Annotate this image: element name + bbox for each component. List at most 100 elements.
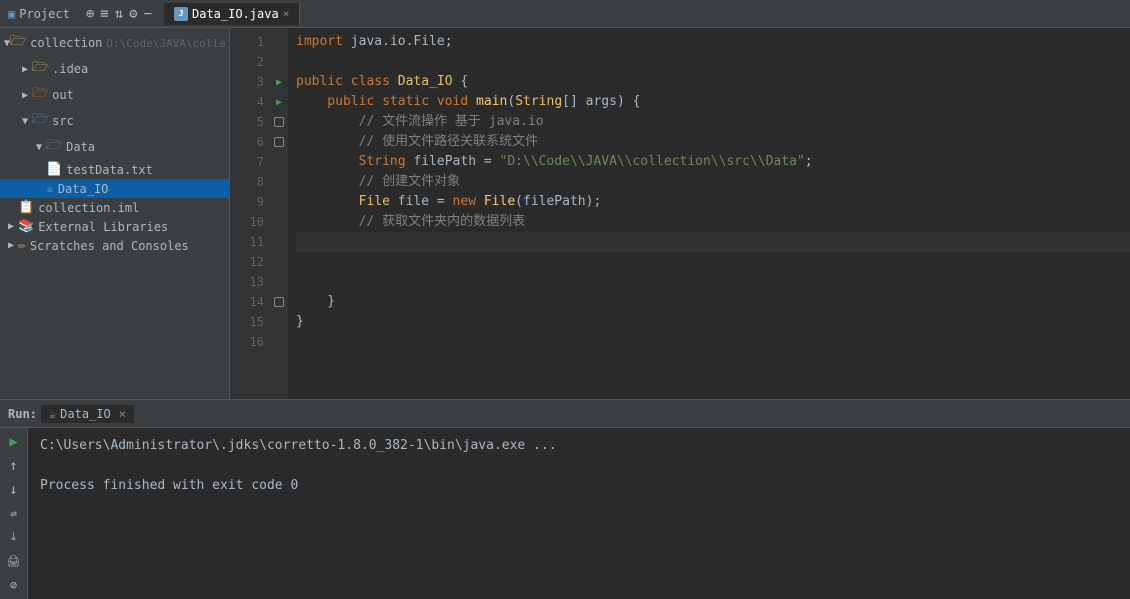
sidebar-item-ext-libs[interactable]: ▶ 📚 External Libraries	[0, 217, 229, 236]
scroll-lock-button[interactable]: ⤓	[3, 527, 25, 547]
add-icon[interactable]: ⊕	[86, 6, 94, 22]
gutter-10	[270, 212, 288, 232]
code-line-11	[296, 232, 1130, 252]
editor-tab-data-io[interactable]: J Data_IO.java ×	[164, 3, 300, 25]
line-num-13: 13	[230, 272, 264, 292]
code-line-4: public static void main(String[] args) {	[296, 92, 1130, 112]
minimize-icon[interactable]: −	[144, 6, 152, 22]
bottom-tab-label: Data_IO	[60, 407, 111, 421]
line-num-3: 3	[230, 72, 264, 92]
java-file-icon: J	[174, 7, 188, 21]
line-num-5: 5	[230, 112, 264, 132]
src-folder-icon: 🗁	[32, 110, 48, 132]
gutter-6	[270, 132, 288, 152]
bottom-tab-data-io[interactable]: ☕ Data_IO ×	[41, 405, 134, 423]
out-label: out	[52, 88, 74, 102]
gutter-16	[270, 332, 288, 352]
line-num-11: 11	[230, 232, 264, 252]
line-num-7: 7	[230, 152, 264, 172]
tab-label: Data_IO.java	[192, 7, 279, 21]
breakpoint-6[interactable]	[274, 137, 284, 147]
wrap-button[interactable]: ⇌	[3, 504, 25, 524]
list-icon[interactable]: ≡	[100, 6, 108, 22]
tab-bar: J Data_IO.java ×	[164, 3, 300, 25]
scroll-up-button[interactable]: ↑	[3, 456, 25, 476]
line-num-10: 10	[230, 212, 264, 232]
tab-close-button[interactable]: ×	[283, 7, 290, 20]
bottom-toolbar: ▶ ↑ ↓ ⇌ ⤓ 🖨 ⊘	[0, 428, 28, 599]
gutter-11	[270, 232, 288, 252]
java-icon: ☕	[46, 181, 54, 196]
sidebar-item-testdata[interactable]: 📄 testData.txt	[0, 160, 229, 179]
line-num-2: 2	[230, 52, 264, 72]
project-title: Project	[19, 7, 70, 21]
code-line-5: // 文件流操作 基于 java.io	[296, 112, 1130, 132]
code-line-8: // 创建文件对象	[296, 172, 1130, 192]
line-num-12: 12	[230, 252, 264, 272]
code-lines[interactable]: import java.io.File; public class Data_I…	[288, 28, 1130, 399]
line-num-8: 8	[230, 172, 264, 192]
clear-button[interactable]: ⊘	[3, 575, 25, 595]
expand-arrow-data: ▼	[32, 142, 46, 153]
run-label: Run:	[8, 407, 37, 421]
code-line-14: }	[296, 292, 1130, 312]
code-line-3: public class Data_IO {	[296, 72, 1130, 92]
code-line-10: // 获取文件夹内的数据列表	[296, 212, 1130, 232]
title-bar-left: ▣ Project ⊕ ≡ ⇅ ⚙ −	[8, 6, 152, 22]
idea-folder-icon: 🗁	[32, 58, 48, 80]
line-numbers: 1 2 3 4 5 6 7 8 9 10 11 12 13 14 15 16	[230, 28, 270, 399]
code-container[interactable]: 1 2 3 4 5 6 7 8 9 10 11 12 13 14 15 16	[230, 28, 1130, 399]
gutter-1	[270, 32, 288, 52]
sidebar-item-src[interactable]: ▼ 🗁 src	[0, 108, 229, 134]
bottom-tab-close[interactable]: ×	[119, 407, 126, 421]
settings-icon[interactable]: ⚙	[129, 6, 137, 22]
sort-icon[interactable]: ⇅	[115, 6, 123, 22]
gutter-4: ▶	[270, 92, 288, 112]
run-arrow-3[interactable]: ▶	[276, 77, 282, 88]
sidebar-item-scratches[interactable]: ▶ ✏ Scratches and Consoles	[0, 236, 229, 255]
ext-libs-label: External Libraries	[38, 220, 168, 234]
run-arrow-4[interactable]: ▶	[276, 97, 282, 108]
iml-file-icon: 📋	[18, 200, 34, 215]
scroll-down-button[interactable]: ↓	[3, 480, 25, 500]
expand-arrow-ext: ▶	[4, 221, 18, 232]
output-line-2	[40, 456, 1118, 476]
bottom-tab-icon: ☕	[49, 407, 56, 421]
main-content: ▼ 🗁 collection D:\Code\JAVA\colle ▶ 🗁 .i…	[0, 28, 1130, 399]
sidebar-item-out[interactable]: ▶ 🗁 out	[0, 82, 229, 108]
line-num-4: 4	[230, 92, 264, 112]
bottom-content: ▶ ↑ ↓ ⇌ ⤓ 🖨 ⊘ C:\Users\Administrator\.jd…	[0, 428, 1130, 599]
breakpoint-14[interactable]	[274, 297, 284, 307]
code-line-7: String filePath = "D:\\Code\\JAVA\\colle…	[296, 152, 1130, 172]
run-button[interactable]: ▶	[3, 432, 25, 452]
src-label: src	[52, 114, 74, 128]
breakpoint-5[interactable]	[274, 117, 284, 127]
collection-folder-icon: 🗁	[10, 32, 26, 54]
output-line-1: C:\Users\Administrator\.jdks\corretto-1.…	[40, 436, 1118, 456]
sidebar-item-iml[interactable]: 📋 collection.iml	[0, 198, 229, 217]
sidebar-item-data-io[interactable]: ☕ Data_IO	[0, 179, 229, 198]
data-label: Data	[66, 140, 95, 154]
idea-label: .idea	[52, 62, 88, 76]
gutter-7	[270, 152, 288, 172]
gutter-12	[270, 252, 288, 272]
sidebar-item-collection[interactable]: ▼ 🗁 collection D:\Code\JAVA\colle	[0, 30, 229, 56]
collection-label: collection	[30, 36, 102, 50]
sidebar-item-data[interactable]: ▼ 🗁 Data	[0, 134, 229, 160]
code-line-15: }	[296, 312, 1130, 332]
gutter-9	[270, 192, 288, 212]
editor-area: 1 2 3 4 5 6 7 8 9 10 11 12 13 14 15 16	[230, 28, 1130, 399]
print-button[interactable]: 🖨	[3, 551, 25, 571]
line-num-14: 14	[230, 292, 264, 312]
code-line-12	[296, 252, 1130, 272]
line-num-16: 16	[230, 332, 264, 352]
bottom-panel: Run: ☕ Data_IO × ▶ ↑ ↓ ⇌ ⤓ 🖨 ⊘ C:\Users\…	[0, 399, 1130, 599]
bottom-tab-bar: Run: ☕ Data_IO ×	[0, 400, 1130, 428]
gutter-5	[270, 112, 288, 132]
sidebar-item-idea[interactable]: ▶ 🗁 .idea	[0, 56, 229, 82]
title-bar: ▣ Project ⊕ ≡ ⇅ ⚙ − J Data_IO.java ×	[0, 0, 1130, 28]
txt-file-icon: 📄	[46, 162, 62, 177]
gutter-8	[270, 172, 288, 192]
line-num-6: 6	[230, 132, 264, 152]
gutter-2	[270, 52, 288, 72]
